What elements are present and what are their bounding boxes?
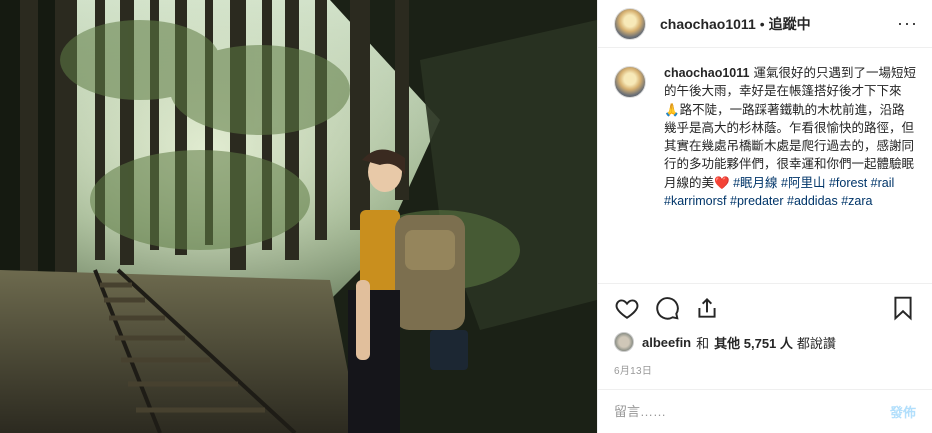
comments-section: chaochao1011 運氣很好的只遇到了一場短短的午後大雨，幸好是在帳篷搭好後… bbox=[598, 48, 932, 284]
likes-summary: albeefin 和 其他 5,751 人 都說讚 bbox=[598, 332, 932, 352]
post-date: 6月13日 bbox=[614, 366, 653, 377]
post-photo[interactable] bbox=[0, 0, 597, 433]
bookmark-icon[interactable] bbox=[890, 295, 916, 321]
liker-avatar[interactable] bbox=[614, 332, 634, 352]
hashtag-link[interactable]: #rail bbox=[871, 176, 895, 190]
post-header: chaochao1011 • 追蹤中 ··· bbox=[598, 0, 932, 48]
hashtag-link[interactable]: #addidas bbox=[787, 194, 838, 208]
comment-input[interactable] bbox=[614, 404, 890, 419]
action-bar bbox=[598, 284, 932, 332]
more-icon[interactable]: ··· bbox=[897, 13, 918, 34]
author-username[interactable]: chaochao1011 bbox=[660, 16, 756, 32]
caption-row: chaochao1011 運氣很好的只遇到了一場短短的午後大雨，幸好是在帳篷搭好後… bbox=[614, 64, 916, 210]
follow-status-button[interactable]: 追蹤中 bbox=[769, 14, 811, 34]
hashtag-link[interactable]: #眠月線 bbox=[733, 176, 777, 190]
share-icon[interactable] bbox=[694, 295, 720, 321]
caption-text: chaochao1011 運氣很好的只遇到了一場短短的午後大雨，幸好是在帳篷搭好後… bbox=[664, 64, 916, 210]
hashtag-link[interactable]: #predater bbox=[730, 194, 784, 208]
likes-and: 和 bbox=[696, 335, 710, 351]
caption-avatar[interactable] bbox=[614, 66, 646, 98]
forest-rail-photo bbox=[0, 0, 597, 433]
heart-emoji: ❤️ bbox=[714, 175, 730, 190]
hashtag-link[interactable]: #zara bbox=[841, 194, 872, 208]
separator-dot: • bbox=[759, 15, 765, 32]
hashtag-link[interactable]: #阿里山 bbox=[781, 176, 825, 190]
heart-icon[interactable] bbox=[614, 295, 640, 321]
hashtag-link[interactable]: #forest bbox=[829, 176, 867, 190]
caption-body: 運氣很好的只遇到了一場短短的午後大雨，幸好是在帳篷搭好後才下下來🙏路不陡，一路踩… bbox=[664, 66, 916, 190]
caption-username[interactable]: chaochao1011 bbox=[664, 66, 749, 80]
comment-box: 發佈 bbox=[598, 389, 932, 433]
likes-others-count[interactable]: 其他 5,751 人 bbox=[714, 333, 793, 352]
author-avatar[interactable] bbox=[614, 7, 646, 40]
post-panel: chaochao1011 • 追蹤中 ··· chaochao1011 運氣很好的… bbox=[597, 0, 932, 433]
likes-suffix: 都說讚 bbox=[796, 335, 836, 351]
comment-icon[interactable] bbox=[654, 295, 680, 321]
hashtag-link[interactable]: #karrimorsf bbox=[664, 194, 727, 208]
post-comment-button[interactable]: 發佈 bbox=[890, 402, 916, 421]
liker-username[interactable]: albeefin bbox=[642, 335, 691, 350]
